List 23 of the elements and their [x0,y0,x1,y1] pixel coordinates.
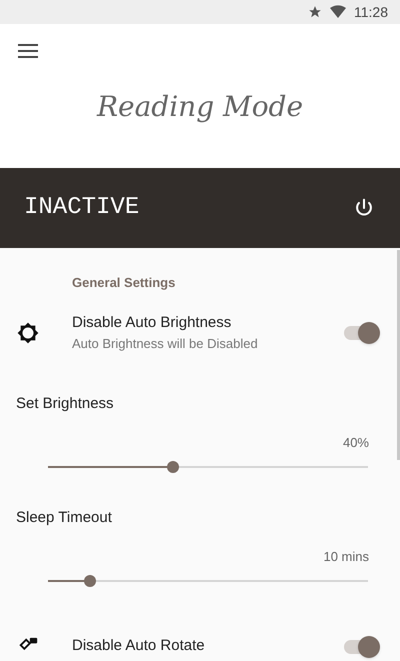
section-title: General Settings [72,274,176,292]
brightness-icon [17,322,39,344]
slider-reading: 10 mins [323,548,369,566]
status-label: INACTIVE [24,193,140,223]
star-icon [308,5,322,19]
setting-row[interactable]: Disable Auto Brightness Auto Brightness will be Disabled [0,306,400,358]
setting-title: Disable Auto Rotate [72,636,206,656]
setting-row[interactable]: Disable Auto Rotate [0,620,400,661]
slider-track[interactable] [48,574,368,586]
slider-thumb[interactable] [166,460,179,472]
slider-reading: 40% [342,434,369,452]
clock: 11:28 [354,2,388,22]
app-logo-title: Reading Mode [96,89,304,125]
slider-track[interactable] [48,460,368,472]
toggle-switch[interactable] [344,634,380,658]
slider-title: Sleep Timeout [16,508,113,528]
slider-title: Set Brightness [16,394,115,414]
wifi-icon [330,5,346,19]
menu-icon[interactable] [18,44,38,58]
setting-subtitle: Auto Brightness will be Disabled [72,335,259,353]
toggle-switch[interactable] [344,320,380,344]
slider-thumb[interactable] [84,574,96,586]
setting-title: Disable Auto Brightness [72,312,232,332]
